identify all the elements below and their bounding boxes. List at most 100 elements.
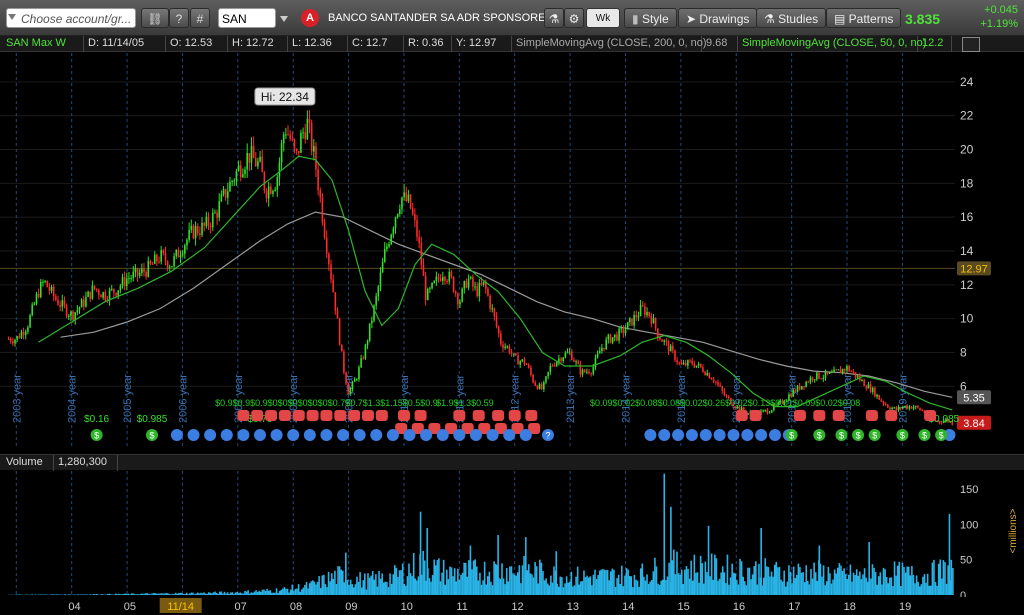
volume-chart[interactable]: 0 50 100 150 <millions> [0,471,1024,597]
year-marker-label: 2013 year [565,374,577,423]
volume-bar [395,567,398,595]
volume-bar [854,575,856,595]
volume-bar [931,562,934,595]
volume-bar [230,592,232,595]
flask-icon[interactable]: ⚗ [544,8,564,28]
time-tick-label: 04 [68,601,80,613]
candle-body [699,363,702,368]
volume-bar [572,586,574,595]
volume-spike [868,542,870,595]
candle-body [265,190,268,199]
dividend-icon-glyph: $ [839,431,844,441]
time-axis[interactable]: 04 05 11/14 07 08 09 10 11 12 13 14 15 16 17 18 19 [0,597,1024,615]
volume-bar [562,587,565,595]
aggregation-selector[interactable]: Wk [586,8,620,28]
candle-body [512,353,515,355]
time-tick-label: 13 [567,601,579,613]
account-selector[interactable]: Choose account/gr... [6,8,136,28]
style-button[interactable]: ▮ Style [624,8,677,28]
volume-bar [900,586,902,595]
candle-body [9,339,12,342]
link-icon[interactable]: ⛓ [141,8,169,28]
candle-body [132,271,135,279]
symbol-hash-button[interactable]: # [190,8,210,28]
candle-body [809,377,812,383]
volume-bar [739,558,741,595]
candle-body [588,371,590,374]
sma50-line [38,155,953,411]
volume-bar [598,570,601,595]
candle-body [295,148,298,151]
volume-bar [423,560,426,595]
volume-bar [125,594,128,595]
candle-body [917,406,919,408]
sma50-label[interactable]: SimpleMovingAvg (CLOSE, 50, 0, no) [738,36,926,52]
sma200-label[interactable]: SimpleMovingAvg (CLOSE, 200, 0, no) [512,36,707,52]
candle-body [113,288,115,293]
volume-bar [155,593,158,595]
volume-bar [67,594,70,595]
account-dropdown-icon[interactable] [8,14,16,20]
candle-body [566,352,569,354]
earnings-icon [303,429,316,441]
year-marker-label: 2005 year [122,374,134,423]
volume-bar [518,565,521,595]
candle-body [12,341,14,344]
volume-bar [174,592,177,595]
volume-bar [439,581,442,595]
earnings-icon [237,429,250,441]
volume-bar [81,594,84,595]
volume-bar [479,572,481,595]
volume-bar [416,580,418,595]
patterns-button[interactable]: ▤ Patterns [826,8,902,28]
candle-body [609,334,612,343]
volume-bar [436,560,439,595]
volume-bar [491,585,494,595]
earnings-icon [403,429,416,441]
volume-bar [472,560,475,595]
volume-bar [862,574,864,595]
help-button[interactable]: ? [169,8,189,28]
volume-bar [937,563,940,595]
time-tick-label: 12 [511,601,523,613]
drawings-button[interactable]: ➤ Drawings [678,8,758,28]
volume-bar [594,569,596,595]
studies-button[interactable]: ⚗ Studies [756,8,827,28]
candle-body [680,362,683,365]
candle-body [211,212,214,228]
volume-bar [838,563,841,595]
time-tick-label: 08 [290,601,302,613]
volume-bar [474,559,476,595]
volume-bar [843,568,845,595]
volume-bar [885,577,888,595]
volume-bar [903,567,905,595]
sma50-value: 12.2 [918,36,952,52]
price-chart[interactable]: 6810121416182022242003 year 2004 year 2005… [0,53,1024,454]
candle-body [820,378,822,380]
volume-title[interactable]: Volume [2,455,54,471]
symbol-dropdown-icon[interactable] [280,16,288,22]
volume-bar [608,580,610,595]
chart-settings-icon[interactable] [962,37,980,52]
volume-bar [800,572,803,595]
candle-body [431,282,433,289]
candle-body [121,277,124,287]
price-tick-label: 18 [960,176,974,190]
volume-bar [941,578,943,595]
symbol-input[interactable]: SAN [218,8,276,28]
volume-bar [877,576,880,595]
candle-body [388,244,390,247]
candle-body [151,263,154,265]
candle-body [119,286,122,291]
alert-badge[interactable]: A [301,9,319,27]
volume-bar [433,559,436,595]
candle-body [424,275,427,301]
volume-bar [529,573,532,595]
candle-body [67,316,70,318]
volume-bar [674,574,677,595]
candle-body [906,405,908,409]
volume-bar [543,580,546,595]
gear-icon[interactable]: ⚙ [564,8,584,28]
earnings-icon [337,429,350,441]
chart-title[interactable]: SAN Max W [2,36,84,52]
